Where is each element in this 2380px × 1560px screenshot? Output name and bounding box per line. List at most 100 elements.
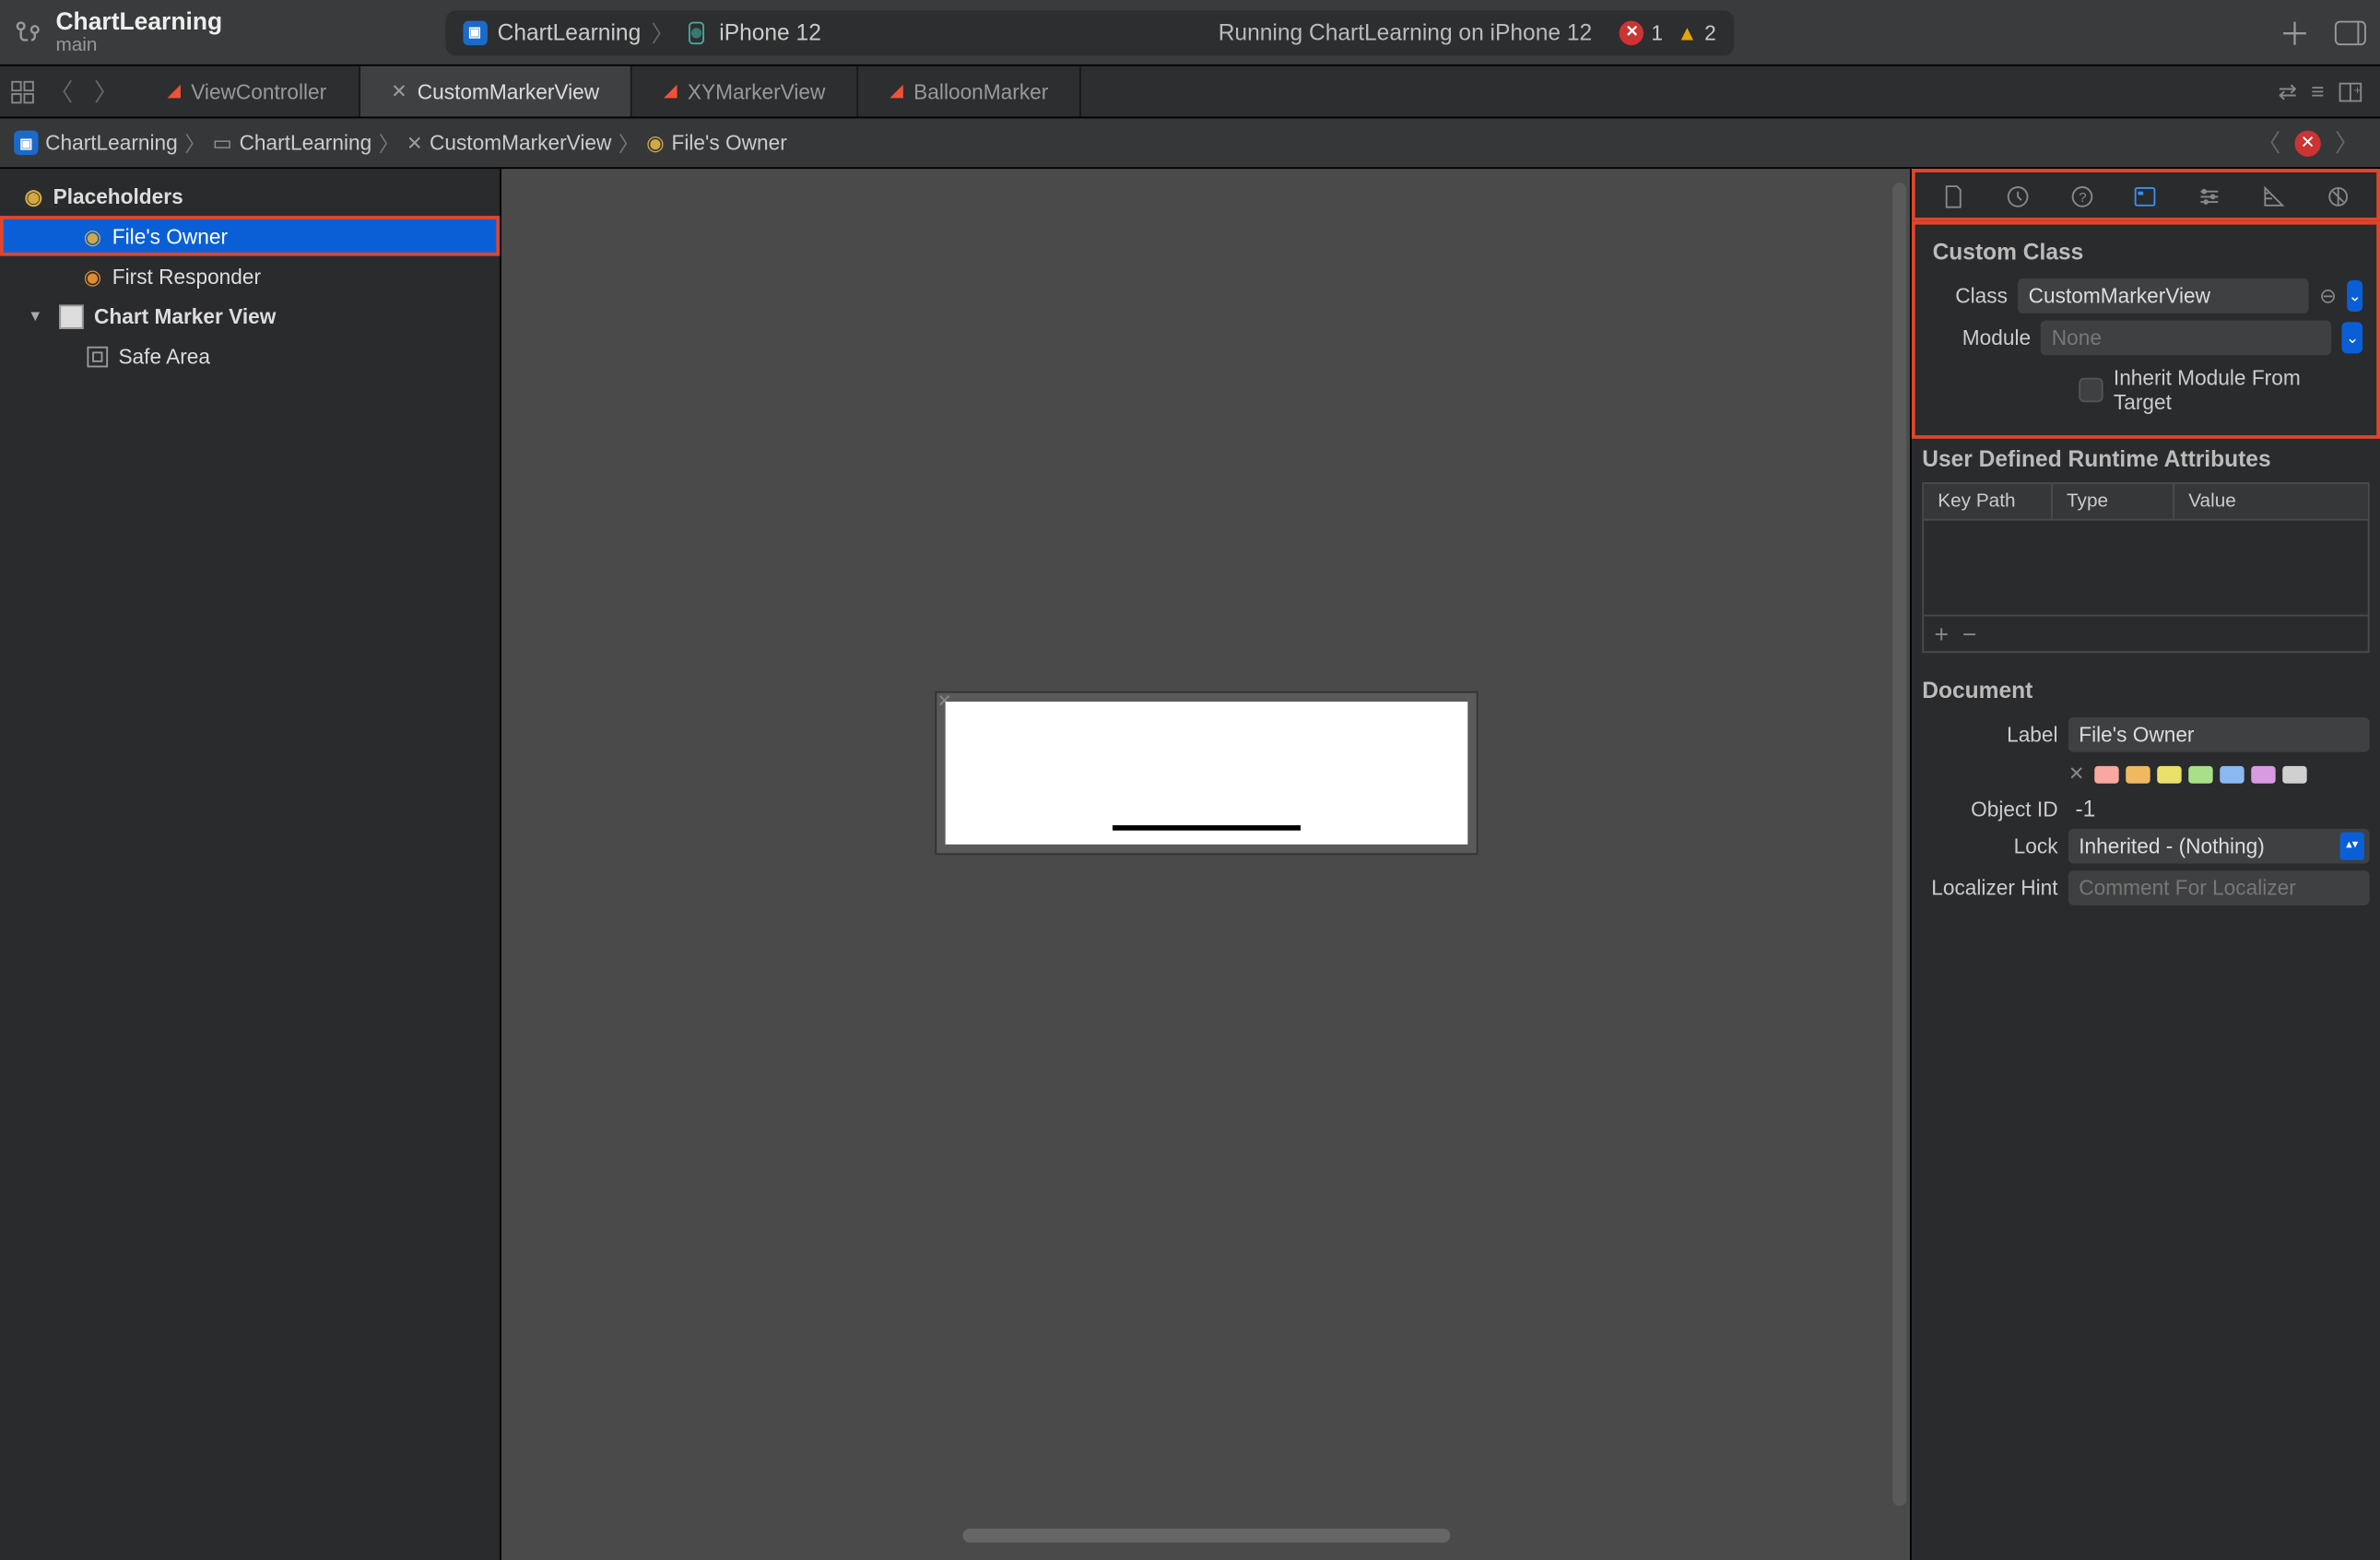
crumb-label: ChartLearning: [240, 131, 372, 155]
tab-balloonmarker[interactable]: ◢ BalloonMarker: [858, 66, 1081, 117]
color-swatch[interactable]: [2095, 765, 2119, 783]
cube-icon: ◉: [84, 264, 102, 288]
localizer-hint-input[interactable]: [2068, 870, 2370, 905]
warning-icon[interactable]: ▲: [1677, 20, 1697, 44]
inherit-module-label: Inherit Module From Target: [2114, 366, 2362, 415]
crumb-label: CustomMarkerView: [430, 131, 611, 155]
outline-label: Safe Area: [118, 344, 210, 368]
nav-forward[interactable]: 〉: [87, 74, 125, 109]
inspector-tab-bar: ?: [1912, 169, 2380, 221]
outline-chart-marker-view[interactable]: ▾ Chart Marker View: [0, 296, 500, 336]
cube-icon: ◉: [24, 183, 42, 207]
outline-first-responder[interactable]: ◉ First Responder: [0, 256, 500, 296]
svg-text:+: +: [2354, 82, 2362, 96]
tab-label: BalloonMarker: [913, 79, 1048, 103]
run-status: Running ChartLearning on iPhone 12: [1219, 19, 1592, 45]
label-color-swatches: ✕: [1912, 756, 2380, 793]
xib-icon: ✕: [391, 80, 406, 103]
project-icon: ▣: [14, 131, 38, 155]
canvas-horizontal-scrollbar[interactable]: [962, 1529, 1450, 1542]
color-swatch[interactable]: [2283, 765, 2307, 783]
col-value[interactable]: Value: [2174, 484, 2368, 519]
refresh-icon[interactable]: ⇄: [2279, 77, 2298, 105]
color-swatch[interactable]: [2127, 765, 2150, 783]
crumb-group[interactable]: ▭ ChartLearning: [213, 131, 372, 155]
col-type[interactable]: Type: [2053, 484, 2174, 519]
doc-label-input[interactable]: [2068, 717, 2370, 752]
lock-label: Lock: [1922, 834, 2057, 858]
size-inspector-tab[interactable]: [2256, 179, 2292, 214]
col-keypath[interactable]: Key Path: [1924, 484, 2053, 519]
cube-icon: ◉: [84, 224, 102, 248]
localizer-hint-label: Localizer Hint: [1922, 876, 2057, 900]
scheme-status-bar[interactable]: ▣ ChartLearning 〉 iPhone 12 Running Char…: [445, 9, 1734, 54]
interface-builder-canvas[interactable]: ✕: [501, 169, 1910, 1560]
branch-icon: [14, 18, 41, 46]
lock-select[interactable]: Inherited - (Nothing) ▴▾: [2068, 829, 2370, 864]
main-toolbar: ChartLearning main ▣ ChartLearning 〉 iPh…: [0, 0, 2380, 66]
add-editor-icon[interactable]: +: [2339, 79, 2362, 103]
class-label: Class: [1933, 284, 2008, 308]
crumb-next[interactable]: 〉: [2327, 125, 2366, 160]
custom-class-section-title: Custom Class: [1922, 231, 2373, 275]
crumb-project[interactable]: ▣ ChartLearning: [14, 131, 178, 155]
canvas-vertical-scrollbar[interactable]: [1892, 183, 1906, 1506]
adjust-icon[interactable]: ≡: [2311, 78, 2324, 104]
tab-xymarkerview[interactable]: ◢ XYMarkerView: [632, 66, 858, 117]
outline-label: First Responder: [112, 264, 261, 288]
class-dropdown-button[interactable]: ⌄: [2347, 280, 2362, 312]
inherit-module-checkbox[interactable]: [2079, 378, 2103, 402]
chart-marker-view-preview[interactable]: [945, 702, 1467, 845]
error-icon[interactable]: ✕: [1620, 20, 1644, 44]
outline-label: File's Owner: [112, 224, 228, 248]
file-inspector-tab[interactable]: [1937, 179, 1972, 214]
toggle-panels-icon[interactable]: [2335, 20, 2366, 44]
runtime-attrs-body[interactable]: [1924, 521, 2368, 615]
crumb-prev[interactable]: 〈: [2249, 125, 2288, 160]
attributes-inspector-tab[interactable]: [2192, 179, 2227, 214]
module-dropdown-button[interactable]: ⌄: [2342, 322, 2362, 353]
identity-inspector-tab[interactable]: [2128, 179, 2163, 214]
outline-label: Placeholders: [53, 183, 183, 207]
outline-safe-area[interactable]: Safe Area: [0, 336, 500, 375]
scheme-device: iPhone 12: [719, 19, 821, 45]
color-swatch[interactable]: [2221, 765, 2245, 783]
outline-placeholders[interactable]: ◉ Placeholders: [0, 176, 500, 216]
project-info[interactable]: ChartLearning main: [55, 8, 222, 56]
device-icon: [684, 20, 708, 44]
module-input[interactable]: [2041, 320, 2331, 355]
cube-icon: ◉: [646, 131, 665, 155]
color-swatch[interactable]: [2189, 765, 2213, 783]
runtime-attributes-table: Key Path Type Value + −: [1922, 482, 2369, 653]
remove-attr-button[interactable]: −: [1962, 620, 1976, 647]
scheme-separator: 〉: [652, 16, 675, 49]
class-input[interactable]: [2018, 278, 2308, 313]
no-color-button[interactable]: ✕: [2068, 762, 2084, 786]
color-swatch[interactable]: [2252, 765, 2276, 783]
ib-view-container[interactable]: ✕: [934, 691, 1477, 856]
document-section-title: Document: [1912, 670, 2380, 714]
crumb-object[interactable]: ◉ File's Owner: [646, 131, 787, 155]
tab-viewcontroller[interactable]: ◢ ViewController: [135, 66, 359, 117]
clear-icon[interactable]: ⊖: [2319, 282, 2337, 310]
history-inspector-tab[interactable]: [2000, 179, 2035, 214]
add-attr-button[interactable]: +: [1934, 620, 1948, 647]
crumb-label: ChartLearning: [45, 131, 178, 155]
nav-back[interactable]: 〈: [41, 74, 80, 109]
add-button[interactable]: ＋: [2279, 9, 2310, 54]
issue-badge[interactable]: ✕: [2294, 130, 2320, 156]
color-swatch[interactable]: [2158, 765, 2182, 783]
runtime-attrs-title: User Defined Runtime Attributes: [1912, 439, 2380, 482]
view-icon: [59, 304, 83, 328]
connections-inspector-tab[interactable]: [2320, 179, 2355, 214]
tab-custommarkerview[interactable]: ✕ CustomMarkerView: [359, 66, 632, 117]
crumb-file[interactable]: ✕ CustomMarkerView: [406, 131, 611, 155]
disclosure-icon[interactable]: ▾: [31, 306, 49, 325]
folder-icon: ▭: [213, 131, 232, 155]
inspector-panel: ? Custom Class Class: [1910, 169, 2380, 1560]
related-items-icon[interactable]: [10, 79, 34, 103]
tab-label: ViewController: [191, 79, 326, 103]
outline-files-owner[interactable]: ◉ File's Owner: [0, 216, 500, 255]
help-inspector-tab[interactable]: ?: [2065, 179, 2100, 214]
tab-label: CustomMarkerView: [418, 79, 599, 103]
